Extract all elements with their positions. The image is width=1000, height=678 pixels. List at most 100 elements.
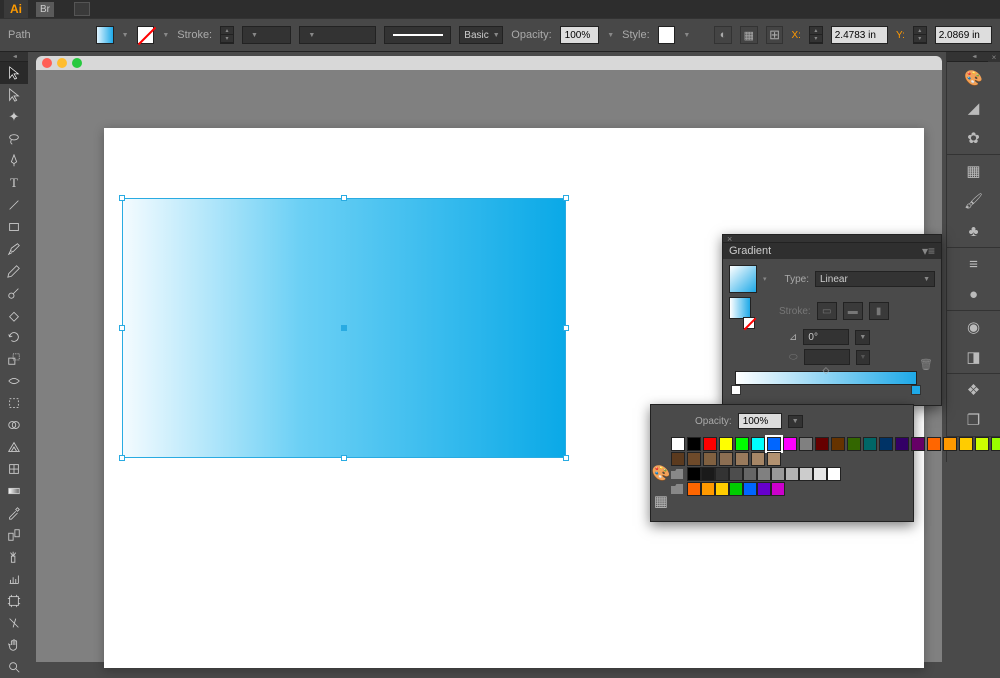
eraser-tool[interactable] xyxy=(0,304,28,326)
swatch[interactable] xyxy=(895,437,909,451)
rotate-tool[interactable] xyxy=(0,326,28,348)
x-stepper[interactable]: ▴▾ xyxy=(809,26,823,44)
swatch[interactable] xyxy=(757,482,771,496)
artboards-panel-icon[interactable]: ❐ xyxy=(964,410,984,430)
toolbox-collapse[interactable] xyxy=(0,52,28,62)
stroke-grad-within[interactable]: ▭ xyxy=(817,302,837,320)
swatch[interactable] xyxy=(735,437,749,451)
swatch[interactable] xyxy=(767,452,781,466)
right-strip-close-icon[interactable]: × xyxy=(988,52,1000,62)
color-mixer-icon[interactable]: 🎨 xyxy=(651,463,671,483)
stroke-grad-along[interactable]: ▬ xyxy=(843,302,863,320)
swatch[interactable] xyxy=(719,452,733,466)
swatch[interactable] xyxy=(863,437,877,451)
swatch[interactable] xyxy=(687,437,701,451)
rectangle-tool[interactable] xyxy=(0,216,28,238)
recolor-icon[interactable]: ◐ xyxy=(714,26,732,44)
free-transform-tool[interactable] xyxy=(0,392,28,414)
eyedropper-tool[interactable] xyxy=(0,502,28,524)
folder-icon[interactable] xyxy=(671,484,683,494)
swatch[interactable] xyxy=(815,437,829,451)
var-width-dropdown[interactable] xyxy=(299,26,376,44)
sel-handle-tl[interactable] xyxy=(119,195,125,201)
slice-tool[interactable] xyxy=(0,612,28,634)
swatch[interactable] xyxy=(729,467,743,481)
swatch[interactable] xyxy=(715,467,729,481)
opacity-input[interactable]: 100% xyxy=(560,26,600,44)
swatch[interactable] xyxy=(743,482,757,496)
swatch[interactable] xyxy=(879,437,893,451)
swatch[interactable] xyxy=(767,437,781,451)
blob-brush-tool[interactable] xyxy=(0,282,28,304)
gradient-stop-right[interactable] xyxy=(911,385,921,395)
swatch[interactable] xyxy=(703,452,717,466)
swatch[interactable] xyxy=(743,467,757,481)
layers-panel-icon[interactable]: ❖ xyxy=(964,380,984,400)
direct-select-tool[interactable] xyxy=(0,84,28,106)
swatch[interactable] xyxy=(799,467,813,481)
zoom-tool[interactable] xyxy=(0,656,28,678)
bridge-icon[interactable]: Br xyxy=(36,2,54,17)
brush-def-dropdown[interactable]: Basic xyxy=(459,26,503,44)
sel-handle-bm[interactable] xyxy=(341,455,347,461)
swatch[interactable] xyxy=(847,437,861,451)
mesh-tool[interactable] xyxy=(0,458,28,480)
swatch[interactable] xyxy=(729,482,743,496)
swatch[interactable] xyxy=(813,467,827,481)
swatch[interactable] xyxy=(687,482,701,496)
symbol-sprayer-tool[interactable] xyxy=(0,546,28,568)
color-guide-icon[interactable]: ◢ xyxy=(964,98,984,118)
sel-handle-tm[interactable] xyxy=(341,195,347,201)
delete-stop-icon[interactable]: 🗑 xyxy=(919,358,933,371)
swatch[interactable] xyxy=(751,437,765,451)
gradient-angle-input[interactable]: 0° xyxy=(803,329,849,345)
swatch[interactable] xyxy=(687,452,701,466)
swatch[interactable] xyxy=(771,467,785,481)
transform-icon[interactable]: ⊞ xyxy=(766,26,784,44)
swatch[interactable] xyxy=(959,437,973,451)
brush-preview[interactable] xyxy=(384,26,451,44)
stroke-weight-dropdown[interactable] xyxy=(242,26,291,44)
sel-center[interactable] xyxy=(341,325,347,331)
stroke-weight-stepper[interactable]: ▴▾ xyxy=(220,26,234,44)
line-tool[interactable] xyxy=(0,194,28,216)
sel-handle-bl[interactable] xyxy=(119,455,125,461)
sel-handle-br[interactable] xyxy=(563,455,569,461)
panel-menu-icon[interactable]: ▾≡ xyxy=(922,244,935,258)
swatch[interactable] xyxy=(785,467,799,481)
zoom-window-icon[interactable] xyxy=(72,58,82,68)
swatch[interactable] xyxy=(799,437,813,451)
color-panel-icon[interactable]: 🎨 xyxy=(964,68,984,88)
selection-tool[interactable] xyxy=(0,62,28,84)
gradient-tool[interactable] xyxy=(0,480,28,502)
gradient-stroke-thumb[interactable] xyxy=(729,297,751,319)
y-stepper[interactable]: ▴▾ xyxy=(913,26,927,44)
sel-handle-tr[interactable] xyxy=(563,195,569,201)
arrange-docs-icon[interactable] xyxy=(74,2,90,16)
swatch[interactable] xyxy=(703,437,717,451)
pencil-tool[interactable] xyxy=(0,260,28,282)
swatch-opacity-input[interactable]: 100% xyxy=(738,413,782,429)
scale-tool[interactable] xyxy=(0,348,28,370)
gradient-stop-left[interactable] xyxy=(731,385,741,395)
hand-tool[interactable] xyxy=(0,634,28,656)
style-swatch[interactable] xyxy=(658,26,676,44)
gradient-panel-tab-bar[interactable] xyxy=(723,235,941,243)
swatch[interactable] xyxy=(911,437,925,451)
gradient-midpoint[interactable]: ◇ xyxy=(823,365,830,376)
swatch[interactable] xyxy=(719,437,733,451)
swatch-grid-icon[interactable]: ▦ xyxy=(651,491,671,511)
gradient-slider[interactable]: ◇ xyxy=(735,371,917,385)
align-icon[interactable]: ▦ xyxy=(740,26,758,44)
transparency-panel-icon[interactable]: ◉ xyxy=(964,317,984,337)
selected-rectangle[interactable] xyxy=(122,198,566,458)
gradient-fill-thumb[interactable] xyxy=(729,265,757,293)
minimize-window-icon[interactable] xyxy=(57,58,67,68)
swatch[interactable] xyxy=(671,437,685,451)
pen-tool[interactable] xyxy=(0,150,28,172)
swatch[interactable] xyxy=(927,437,941,451)
x-field[interactable]: 2.4783 in xyxy=(831,26,888,44)
swatch[interactable] xyxy=(943,437,957,451)
stroke-grad-across[interactable]: ▮ xyxy=(869,302,889,320)
perspective-grid-tool[interactable] xyxy=(0,436,28,458)
